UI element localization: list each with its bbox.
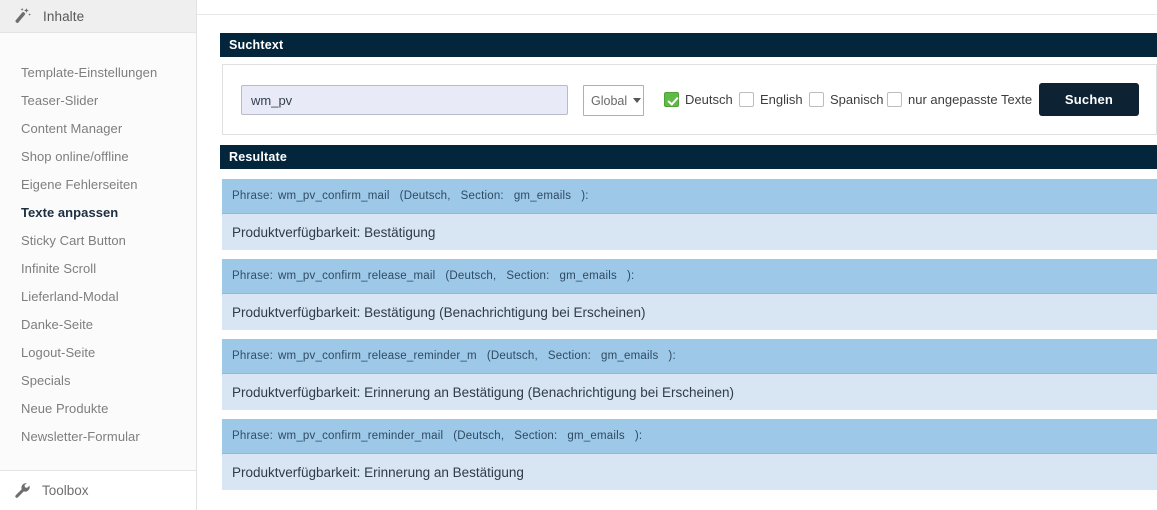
chevron-down-icon [633, 98, 641, 103]
sidebar-item-specials[interactable]: Specials [0, 367, 196, 395]
result-language: Deutsch, [457, 430, 504, 442]
sidebar-item-lieferland-modal[interactable]: Lieferland-Modal [0, 283, 196, 311]
result-phrase-key: wm_pv_confirm_release_reminder_m [278, 350, 477, 362]
result-section-value: gm_emails [560, 270, 617, 282]
result-close-paren: ): [581, 190, 588, 202]
result-language: Deutsch, [491, 350, 538, 362]
sidebar-item-template-einstellungen[interactable]: Template-Einstellungen [0, 59, 196, 87]
checkbox-deutsch[interactable]: Deutsch [664, 92, 733, 107]
main-content: Suchtext Global Deutsch English Spanisch [220, 0, 1157, 510]
magic-wand-icon [14, 7, 32, 25]
result-phrase-key: wm_pv_confirm_release_mail [278, 270, 435, 282]
result-phrase-label: Phrase: [232, 190, 273, 202]
checkbox-english[interactable]: English [739, 92, 803, 107]
result-close-paren: ): [627, 270, 634, 282]
result-section-value: gm_emails [567, 430, 624, 442]
checkbox-nur-angepasste-texte-label: nur angepasste Texte [908, 92, 1032, 107]
sidebar-item-eigene-fehlerseiten[interactable]: Eigene Fehlerseiten [0, 171, 196, 199]
search-submit-button[interactable]: Suchen [1039, 83, 1139, 116]
result-item[interactable]: Phrase: wm_pv_confirm_reminder_mail ( De… [222, 419, 1157, 490]
result-item-header: Phrase: wm_pv_confirm_mail ( Deutsch, Se… [222, 179, 1157, 214]
sidebar-header[interactable]: Inhalte [0, 0, 196, 33]
result-item-header: Phrase: wm_pv_confirm_release_reminder_m… [222, 339, 1157, 374]
result-item-text[interactable]: Produktverfügbarkeit: Erinnerung an Best… [222, 374, 1157, 410]
checkbox-spanisch[interactable]: Spanisch [809, 92, 883, 107]
result-language: Deutsch, [404, 190, 451, 202]
sidebar: Inhalte Template-Einstellungen Teaser-Sl… [0, 0, 197, 510]
result-phrase-label: Phrase: [232, 430, 273, 442]
page-root: Inhalte Template-Einstellungen Teaser-Sl… [0, 0, 1157, 510]
result-section-label: Section: [514, 430, 557, 442]
sidebar-item-shop-online-offline[interactable]: Shop online/offline [0, 143, 196, 171]
result-item-text[interactable]: Produktverfügbarkeit: Bestätigung [222, 214, 1157, 250]
result-phrase-key: wm_pv_confirm_mail [278, 190, 390, 202]
checkbox-english-label: English [760, 92, 803, 107]
result-item-text[interactable]: Produktverfügbarkeit: Bestätigung (Benac… [222, 294, 1157, 330]
sidebar-item-neue-produkte[interactable]: Neue Produkte [0, 395, 196, 423]
result-item-header: Phrase: wm_pv_confirm_release_mail ( Deu… [222, 259, 1157, 294]
result-phrase-label: Phrase: [232, 270, 273, 282]
scope-select-value: Global [591, 94, 627, 108]
sidebar-item-texte-anpassen[interactable]: Texte anpassen [0, 199, 196, 227]
checkbox-spanisch-box[interactable] [809, 92, 824, 107]
result-language: Deutsch, [449, 270, 496, 282]
search-form: Global Deutsch English Spanisch nur ange… [222, 64, 1157, 135]
scope-select[interactable]: Global [583, 85, 644, 116]
result-close-paren: ): [635, 430, 642, 442]
checkbox-nur-angepasste-texte[interactable]: nur angepasste Texte [887, 92, 1032, 107]
sidebar-item-teaser-slider[interactable]: Teaser-Slider [0, 87, 196, 115]
sidebar-nav-list: Template-Einstellungen Teaser-Slider Con… [0, 33, 196, 451]
sidebar-item-danke-seite[interactable]: Danke-Seite [0, 311, 196, 339]
sidebar-footer-toolbox[interactable]: Toolbox [0, 470, 196, 510]
sidebar-item-newsletter-formular[interactable]: Newsletter-Formular [0, 423, 196, 451]
sidebar-item-infinite-scroll[interactable]: Infinite Scroll [0, 255, 196, 283]
result-item[interactable]: Phrase: wm_pv_confirm_release_reminder_m… [222, 339, 1157, 410]
checkbox-english-box[interactable] [739, 92, 754, 107]
search-input[interactable] [241, 85, 568, 115]
results-list: Phrase: wm_pv_confirm_mail ( Deutsch, Se… [222, 179, 1157, 499]
result-item[interactable]: Phrase: wm_pv_confirm_mail ( Deutsch, Se… [222, 179, 1157, 250]
result-item[interactable]: Phrase: wm_pv_confirm_release_mail ( Deu… [222, 259, 1157, 330]
checkbox-nur-angepasste-texte-box[interactable] [887, 92, 902, 107]
sidebar-item-sticky-cart-button[interactable]: Sticky Cart Button [0, 227, 196, 255]
wrench-icon [14, 482, 31, 499]
sidebar-header-label: Inhalte [43, 9, 84, 24]
result-section-value: gm_emails [514, 190, 571, 202]
search-panel-title: Suchtext [220, 33, 1157, 57]
checkbox-deutsch-label: Deutsch [685, 92, 733, 107]
result-section-label: Section: [548, 350, 591, 362]
result-section-value: gm_emails [601, 350, 658, 362]
sidebar-item-logout-seite[interactable]: Logout-Seite [0, 339, 196, 367]
result-item-text[interactable]: Produktverfügbarkeit: Erinnerung an Best… [222, 454, 1157, 490]
result-phrase-label: Phrase: [232, 350, 273, 362]
results-panel-title: Resultate [220, 145, 1157, 169]
result-phrase-key: wm_pv_confirm_reminder_mail [278, 430, 443, 442]
result-item-header: Phrase: wm_pv_confirm_reminder_mail ( De… [222, 419, 1157, 454]
result-section-label: Section: [506, 270, 549, 282]
checkbox-spanisch-label: Spanisch [830, 92, 883, 107]
result-section-label: Section: [461, 190, 504, 202]
checkbox-deutsch-box[interactable] [664, 92, 679, 107]
sidebar-footer-label: Toolbox [42, 483, 89, 498]
result-close-paren: ): [668, 350, 675, 362]
sidebar-item-content-manager[interactable]: Content Manager [0, 115, 196, 143]
